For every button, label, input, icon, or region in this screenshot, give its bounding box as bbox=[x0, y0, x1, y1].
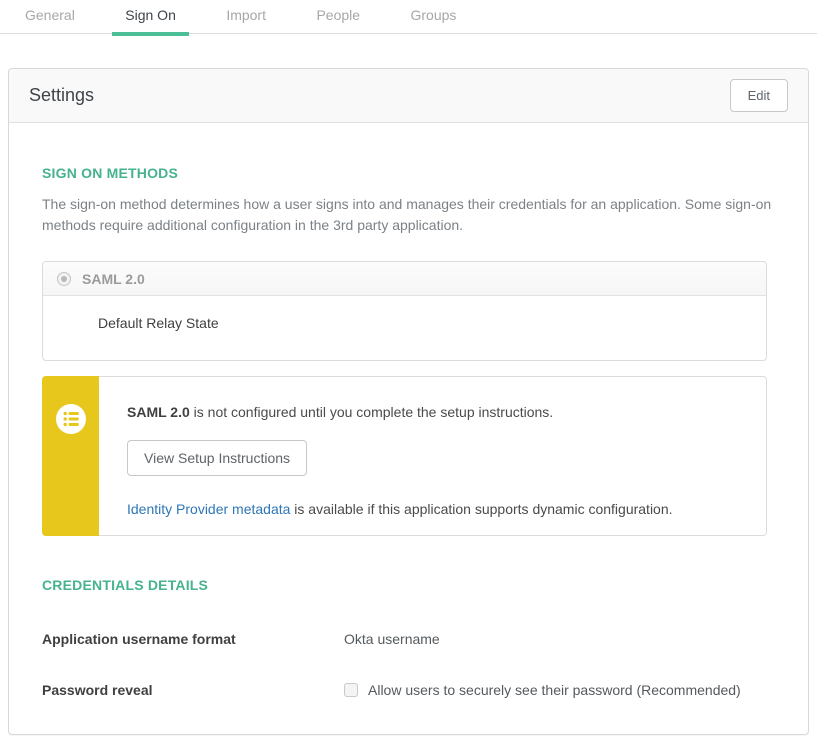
password-reveal-checkbox-label: Allow users to securely see their passwo… bbox=[368, 682, 741, 698]
setup-callout-message-text: is not configured until you complete the… bbox=[190, 404, 553, 420]
tab-groups[interactable]: Groups bbox=[398, 0, 470, 36]
setup-callout: SAML 2.0 is not configured until you com… bbox=[42, 376, 767, 536]
sign-on-methods-heading: SIGN ON METHODS bbox=[42, 165, 775, 181]
view-setup-instructions-button[interactable]: View Setup Instructions bbox=[127, 440, 307, 476]
settings-panel: Settings Edit SIGN ON METHODS The sign-o… bbox=[8, 68, 809, 735]
radio-button-selected-disabled-icon[interactable] bbox=[57, 272, 71, 286]
setup-callout-message: SAML 2.0 is not configured until you com… bbox=[127, 404, 746, 420]
idp-metadata-line: Identity Provider metadata is available … bbox=[127, 501, 746, 517]
tab-bar: General Sign On Import People Groups bbox=[0, 0, 817, 34]
password-reveal-checkbox-wrap: Allow users to securely see their passwo… bbox=[344, 682, 741, 698]
edit-button[interactable]: Edit bbox=[730, 79, 788, 112]
tab-general[interactable]: General bbox=[12, 0, 88, 36]
setup-callout-strip bbox=[42, 376, 99, 536]
settings-panel-header: Settings Edit bbox=[9, 69, 808, 123]
sign-on-methods-description: The sign-on method determines how a user… bbox=[42, 194, 775, 236]
checkbox-unchecked-icon[interactable] bbox=[344, 683, 358, 697]
saml-method-body: Default Relay State bbox=[43, 296, 766, 360]
credentials-details-heading: CREDENTIALS DETAILS bbox=[42, 577, 775, 593]
default-relay-state-label[interactable]: Default Relay State bbox=[98, 315, 219, 331]
password-reveal-label: Password reveal bbox=[42, 682, 344, 698]
setup-callout-message-bold: SAML 2.0 bbox=[127, 404, 190, 420]
setup-list-icon bbox=[56, 404, 86, 434]
panel-title: Settings bbox=[29, 85, 94, 106]
saml-method-header: SAML 2.0 bbox=[43, 262, 766, 296]
tab-import[interactable]: Import bbox=[213, 0, 279, 36]
saml-method-box: SAML 2.0 Default Relay State bbox=[42, 261, 767, 361]
setup-callout-body: SAML 2.0 is not configured until you com… bbox=[99, 376, 767, 536]
method-name-label: SAML 2.0 bbox=[82, 271, 145, 287]
username-format-value: Okta username bbox=[344, 631, 440, 647]
settings-panel-body: SIGN ON METHODS The sign-on method deter… bbox=[9, 123, 808, 698]
username-format-label: Application username format bbox=[42, 631, 344, 647]
idp-metadata-line-text: is available if this application support… bbox=[290, 501, 672, 517]
tab-people[interactable]: People bbox=[303, 0, 373, 36]
username-format-row: Application username format Okta usernam… bbox=[42, 631, 775, 647]
tab-sign-on[interactable]: Sign On bbox=[112, 0, 189, 36]
password-reveal-row: Password reveal Allow users to securely … bbox=[42, 682, 775, 698]
identity-provider-metadata-link[interactable]: Identity Provider metadata bbox=[127, 501, 290, 517]
